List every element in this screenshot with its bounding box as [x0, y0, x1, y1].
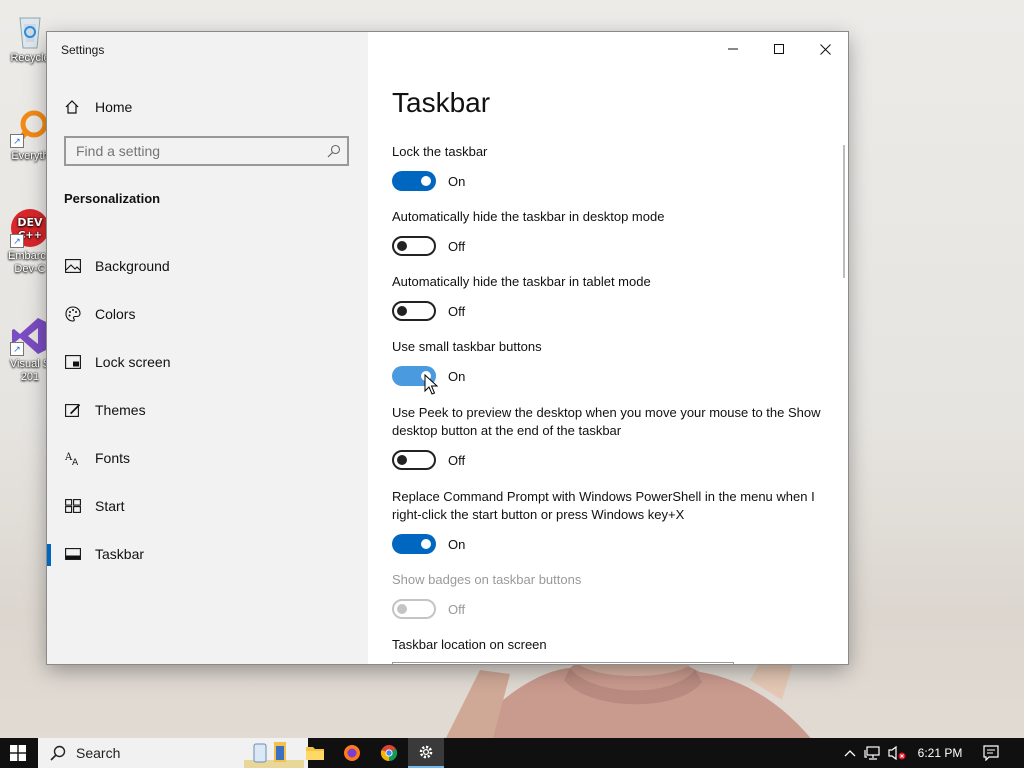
notification-icon [983, 745, 999, 761]
network-button[interactable] [862, 738, 884, 768]
toggle-state: On [448, 173, 466, 189]
start-button[interactable] [0, 738, 36, 768]
sidebar-item-label: Taskbar [95, 546, 145, 562]
autohide-desktop-toggle[interactable] [392, 236, 436, 256]
setting-label: Automatically hide the taskbar in deskto… [392, 209, 665, 224]
file-explorer-button[interactable] [297, 738, 333, 768]
gear-icon [419, 745, 433, 759]
tray-overflow-button[interactable] [840, 738, 860, 768]
firefox-button[interactable] [334, 738, 370, 768]
shortcut-arrow-icon: ↗ [10, 134, 24, 148]
action-center-button[interactable] [980, 738, 1002, 768]
search-icon [50, 745, 66, 761]
shortcut-arrow-icon: ↗ [10, 234, 24, 248]
toggle-state: On [448, 368, 466, 384]
autohide-tablet-toggle[interactable] [392, 301, 436, 321]
sidebar-item-start[interactable]: Start [47, 482, 368, 530]
toggle-state: Off [448, 601, 466, 617]
dev-cpp-icon: DEV C++ ↗ [10, 208, 50, 248]
volume-muted-icon [888, 745, 906, 761]
chevron-up-icon [844, 750, 856, 757]
peek-toggle[interactable] [392, 450, 436, 470]
setting-peek: Use Peek to preview the desktop when you… [392, 404, 832, 470]
sidebar-item-label: Lock screen [95, 354, 171, 370]
sidebar-item-lock-screen[interactable]: Lock screen [47, 338, 368, 386]
firefox-icon [344, 745, 360, 761]
sidebar-item-fonts[interactable]: AA Fonts [47, 434, 368, 482]
settings-app-button[interactable] [408, 738, 444, 768]
home-icon [64, 99, 82, 115]
lock-taskbar-toggle[interactable] [392, 171, 436, 191]
section-title: Personalization [64, 191, 161, 206]
sidebar-item-label: Start [95, 498, 125, 514]
windows-logo-icon [10, 745, 26, 761]
sidebar: Settings Home Personalization Background [47, 32, 368, 664]
setting-label: Show badges on taskbar buttons [392, 572, 582, 587]
setting-lock-taskbar: Lock the taskbar On [392, 143, 832, 191]
settings-window: Settings Home Personalization Background [47, 32, 848, 664]
sidebar-item-label: Fonts [95, 450, 131, 466]
nav-list: Background Colors Lock screen Themes A A… [47, 242, 368, 578]
setting-autohide-tablet: Automatically hide the taskbar in tablet… [392, 273, 832, 321]
taskbar-search[interactable]: Search [38, 738, 308, 768]
sidebar-item-label: Colors [95, 306, 136, 322]
svg-text:A: A [72, 458, 79, 466]
setting-powershell: Replace Command Prompt with Windows Powe… [392, 488, 832, 554]
setting-label: Lock the taskbar [392, 144, 488, 159]
picture-icon [64, 257, 82, 275]
folder-icon [306, 747, 324, 760]
nav-home[interactable]: Home [64, 96, 354, 118]
location-dropdown[interactable] [392, 662, 734, 664]
page-title: Taskbar [392, 87, 491, 118]
taskbar: Search 6:21 PM [0, 738, 1024, 768]
themes-icon [64, 401, 82, 419]
search-icon[interactable] [327, 144, 341, 163]
taskbar-icon [64, 545, 82, 563]
lock-screen-icon [64, 353, 82, 371]
sidebar-item-colors[interactable]: Colors [47, 290, 368, 338]
setting-small-buttons: Use small taskbar buttons On [392, 338, 832, 386]
badges-toggle [392, 599, 436, 619]
setting-badges: Show badges on taskbar buttons Off [392, 571, 832, 619]
nav-home-label: Home [95, 99, 133, 115]
visual-studio-icon: ↗ [10, 316, 50, 356]
toggle-state: Off [448, 452, 466, 468]
powershell-toggle[interactable] [392, 534, 436, 554]
setting-location: Taskbar location on screen [392, 636, 832, 654]
search-box[interactable] [64, 136, 349, 166]
mouse-cursor-icon [424, 374, 438, 395]
sidebar-item-themes[interactable]: Themes [47, 386, 368, 434]
setting-autohide-desktop: Automatically hide the taskbar in deskto… [392, 208, 832, 256]
sidebar-item-taskbar[interactable]: Taskbar [47, 530, 368, 578]
taskbar-clock[interactable]: 6:21 PM [910, 738, 970, 768]
toggle-state: On [448, 536, 466, 552]
fonts-icon: AA [64, 449, 82, 467]
taskbar-search-text: Search [76, 745, 121, 761]
network-icon [864, 746, 880, 760]
toggle-state: Off [448, 238, 466, 254]
chrome-icon [380, 745, 398, 762]
svg-text:DEV: DEV [17, 216, 43, 229]
sidebar-item-label: Themes [95, 402, 146, 418]
recycle-bin-icon [10, 10, 50, 50]
search-highlight-icon [244, 738, 304, 768]
setting-label: Replace Command Prompt with Windows Powe… [392, 489, 815, 522]
search-input[interactable] [66, 142, 318, 160]
volume-button[interactable] [886, 738, 908, 768]
shortcut-arrow-icon: ↗ [10, 342, 24, 356]
everything-search-icon: ↗ [10, 108, 50, 148]
scrollbar[interactable] [843, 145, 845, 278]
window-title: Settings [61, 43, 105, 57]
sidebar-item-background[interactable]: Background [47, 242, 368, 290]
toggle-state: Off [448, 303, 466, 319]
start-icon [64, 497, 82, 515]
content-pane: Taskbar Lock the taskbar On Automaticall… [368, 32, 848, 664]
setting-label: Use small taskbar buttons [392, 339, 542, 354]
setting-label: Taskbar location on screen [392, 637, 547, 652]
setting-label: Automatically hide the taskbar in tablet… [392, 274, 651, 289]
palette-icon [64, 305, 82, 323]
setting-label: Use Peek to preview the desktop when you… [392, 405, 821, 438]
chrome-button[interactable] [371, 738, 407, 768]
sidebar-item-label: Background [95, 258, 170, 274]
